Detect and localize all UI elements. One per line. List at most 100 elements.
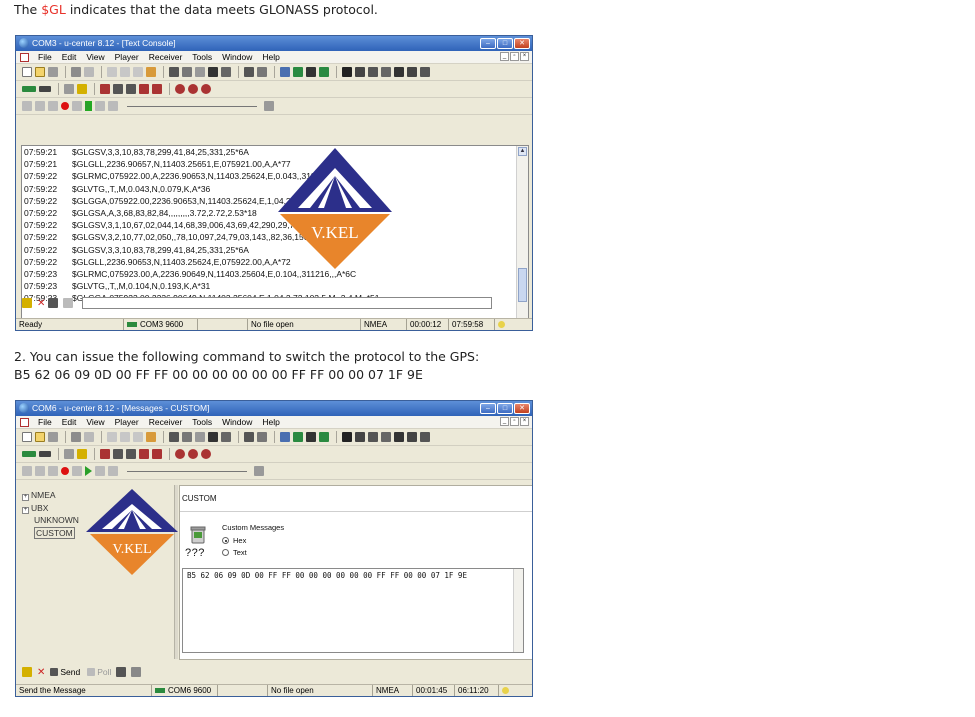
- display-icon[interactable]: [257, 432, 267, 442]
- stop-icon[interactable]: [35, 101, 45, 111]
- command-input[interactable]: [82, 297, 493, 309]
- options-icon[interactable]: [63, 298, 74, 308]
- tool-icon[interactable]: [113, 84, 123, 94]
- mdi-close-button[interactable]: ×: [520, 417, 529, 426]
- save-icon[interactable]: [48, 67, 58, 77]
- close-button[interactable]: ✕: [514, 403, 530, 414]
- maximize-button[interactable]: □: [497, 38, 513, 49]
- radio-hex[interactable]: Hex: [222, 536, 246, 545]
- cut-icon[interactable]: [107, 67, 117, 77]
- menu-window[interactable]: Window: [217, 416, 257, 429]
- view-icon[interactable]: [195, 432, 205, 442]
- menu-player[interactable]: Player: [110, 416, 144, 429]
- menu-edit[interactable]: Edit: [57, 416, 82, 429]
- view-icon[interactable]: [195, 67, 205, 77]
- minimize-button[interactable]: –: [480, 38, 496, 49]
- console-icon[interactable]: [342, 67, 352, 77]
- tool-icon[interactable]: [126, 449, 136, 459]
- baudrate-icon[interactable]: [39, 451, 51, 457]
- play-icon[interactable]: [85, 101, 92, 111]
- menu-view[interactable]: View: [81, 416, 109, 429]
- view-icon[interactable]: [169, 67, 179, 77]
- camera-icon[interactable]: [381, 432, 391, 442]
- scroll-up-arrow-icon[interactable]: ▲: [518, 147, 527, 156]
- pause-icon[interactable]: [48, 466, 58, 476]
- print-icon[interactable]: [71, 67, 81, 77]
- connection-icon[interactable]: [22, 451, 36, 457]
- console-icon[interactable]: [342, 432, 352, 442]
- eject-icon[interactable]: [22, 466, 32, 476]
- step-icon[interactable]: [72, 466, 82, 476]
- eject-icon[interactable]: [22, 101, 32, 111]
- map-icon[interactable]: [293, 432, 303, 442]
- grid-icon[interactable]: [208, 67, 218, 77]
- menu-file[interactable]: File: [33, 416, 57, 429]
- gear-icon[interactable]: [175, 84, 185, 94]
- minimize-button[interactable]: –: [480, 403, 496, 414]
- lock-icon[interactable]: [22, 298, 32, 308]
- close-button[interactable]: ✕: [514, 38, 530, 49]
- menu-tools[interactable]: Tools: [187, 416, 217, 429]
- menu-view[interactable]: View: [81, 51, 109, 64]
- table-icon[interactable]: [407, 432, 417, 442]
- hex-scrollbar[interactable]: [513, 569, 523, 652]
- tool-icon[interactable]: [116, 667, 127, 677]
- chart-icon[interactable]: [306, 67, 316, 77]
- poll-button[interactable]: Poll: [85, 667, 113, 677]
- print-icon[interactable]: [71, 432, 81, 442]
- paste-icon[interactable]: [133, 432, 143, 442]
- mdi-close-button[interactable]: ×: [520, 52, 529, 61]
- grid-icon[interactable]: [221, 67, 231, 77]
- title-bar[interactable]: COM3 - u-center 8.12 - [Text Console] – …: [16, 36, 532, 51]
- satellite-icon[interactable]: [280, 432, 290, 442]
- tool-icon[interactable]: [126, 84, 136, 94]
- view-icon[interactable]: [169, 432, 179, 442]
- tool-icon[interactable]: [100, 449, 110, 459]
- camera-icon[interactable]: [381, 67, 391, 77]
- record-icon[interactable]: [146, 432, 156, 442]
- new-file-icon[interactable]: [22, 432, 32, 442]
- print-preview-icon[interactable]: [84, 432, 94, 442]
- menu-player[interactable]: Player: [110, 51, 144, 64]
- open-folder-icon[interactable]: [35, 67, 45, 77]
- messages-icon[interactable]: [355, 67, 365, 77]
- save-icon[interactable]: [48, 432, 58, 442]
- playback-slider[interactable]: [127, 470, 247, 472]
- play-icon[interactable]: [85, 466, 92, 476]
- rewind-icon[interactable]: [108, 101, 118, 111]
- table-icon[interactable]: [420, 67, 430, 77]
- mdi-minimize-button[interactable]: _: [500, 52, 509, 61]
- gear-icon[interactable]: [201, 449, 211, 459]
- view-icon[interactable]: [182, 67, 192, 77]
- send-button[interactable]: Send: [48, 667, 82, 677]
- rewind-icon[interactable]: [108, 466, 118, 476]
- open-folder-icon[interactable]: [35, 432, 45, 442]
- gear-icon[interactable]: [175, 449, 185, 459]
- forward-icon[interactable]: [95, 466, 105, 476]
- chart-icon[interactable]: [306, 432, 316, 442]
- hex-input[interactable]: B5 62 06 09 0D 00 FF FF 00 00 00 00 00 0…: [182, 568, 524, 653]
- paste-icon[interactable]: [133, 67, 143, 77]
- debug-icon[interactable]: [77, 84, 87, 94]
- pause-icon[interactable]: [48, 101, 58, 111]
- end-icon[interactable]: [264, 101, 274, 111]
- menu-receiver[interactable]: Receiver: [144, 51, 188, 64]
- record-icon[interactable]: [61, 102, 69, 110]
- gear-icon[interactable]: [188, 449, 198, 459]
- baudrate-icon[interactable]: [39, 86, 51, 92]
- playback-slider[interactable]: [127, 105, 257, 107]
- statistics-icon[interactable]: [368, 67, 378, 77]
- menu-file[interactable]: File: [33, 51, 57, 64]
- cut-icon[interactable]: [107, 432, 117, 442]
- messages-icon[interactable]: [355, 432, 365, 442]
- tool-icon[interactable]: [113, 449, 123, 459]
- display-icon[interactable]: [244, 432, 254, 442]
- clear-icon[interactable]: ✕: [37, 667, 45, 678]
- tool-icon[interactable]: [152, 84, 162, 94]
- tool-icon[interactable]: [139, 84, 149, 94]
- record-icon[interactable]: [61, 467, 69, 475]
- map-icon[interactable]: [293, 67, 303, 77]
- expand-icon[interactable]: +: [22, 506, 29, 514]
- menu-help[interactable]: Help: [257, 51, 284, 64]
- autobaud-icon[interactable]: [64, 84, 74, 94]
